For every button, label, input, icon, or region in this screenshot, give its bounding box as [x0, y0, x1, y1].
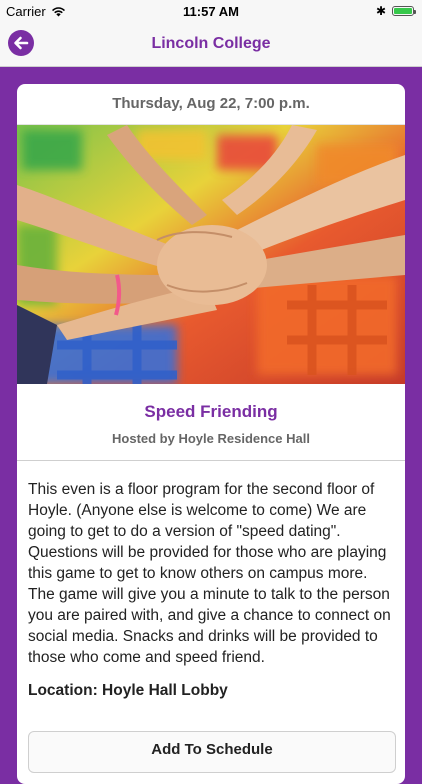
event-title: Speed Friending [144, 402, 278, 421]
bluetooth-icon: ✱ [375, 4, 386, 18]
event-location: Location: Hoyle Hall Lobby [28, 682, 228, 699]
battery-icon [392, 6, 416, 16]
event-host: Hosted by Hoyle Residence Hall [112, 431, 310, 446]
event-photo [17, 125, 405, 384]
status-time: 11:57 AM [183, 4, 239, 19]
add-to-schedule-button[interactable]: Add To Schedule [28, 731, 396, 773]
status-right: ✱ [375, 4, 416, 18]
title-section: Speed Friending Hosted by Hoyle Residenc… [17, 384, 405, 461]
battery-fill [394, 8, 412, 14]
event-card: Thursday, Aug 22, 7:00 p.m. Speed Friend… [17, 84, 405, 784]
nav-title: Lincoln College [151, 35, 271, 52]
event-description: This even is a floor program for the sec… [28, 481, 391, 666]
nav-bar: Lincoln College [0, 22, 422, 67]
event-date: Thursday, Aug 22, 7:00 p.m. [17, 84, 405, 125]
battery-tip [414, 10, 416, 14]
status-bar: Carrier 11:57 AM ✱ [0, 0, 422, 22]
